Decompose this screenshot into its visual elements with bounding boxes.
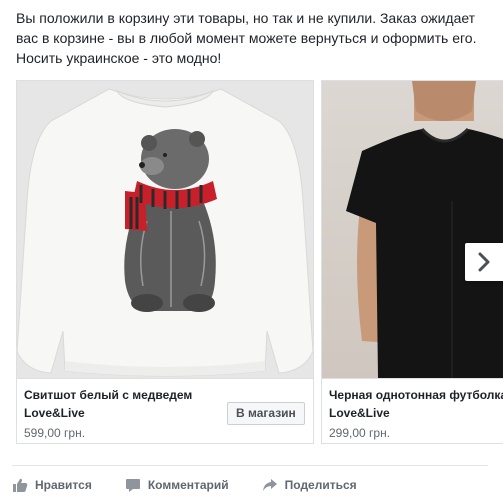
product-card[interactable]: Свитшот белый с медведем Love&Live 599,0… <box>16 80 314 444</box>
like-label: Нравится <box>35 478 92 492</box>
carousel-next-button[interactable] <box>465 243 503 281</box>
share-label: Поделиться <box>284 478 357 492</box>
product-price: 599,00 грн. <box>24 426 86 440</box>
like-button[interactable]: Нравится <box>12 477 92 493</box>
post-actions-bar: Нравится Комментарий Поделиться <box>12 474 492 496</box>
chevron-right-icon <box>478 252 490 272</box>
product-brand: Love&Live <box>24 406 85 420</box>
thumbs-up-icon <box>13 478 28 492</box>
product-title[interactable]: Свитшот белый с медведем <box>24 388 192 402</box>
comment-button[interactable]: Комментарий <box>125 477 229 493</box>
shop-now-button[interactable]: В магазин <box>227 402 305 425</box>
post-message: Вы положили в корзину эти товары, но так… <box>16 8 501 68</box>
comment-icon <box>125 479 140 492</box>
product-info: Черная однотонная футболка Love&Live 299… <box>322 378 503 445</box>
share-button[interactable]: Поделиться <box>262 477 357 493</box>
comment-label: Комментарий <box>147 478 229 492</box>
product-price: 299,00 грн. <box>329 426 391 440</box>
post-message-line: Вы положили в корзину эти товары, но так… <box>16 10 476 26</box>
product-image-sweatshirt[interactable] <box>17 81 313 378</box>
white-sweatshirt-bear-print <box>17 88 313 377</box>
share-icon <box>262 479 277 491</box>
post-message-line: вас в корзине - вы в любой момент можете… <box>16 30 477 46</box>
product-info: Свитшот белый с медведем Love&Live 599,0… <box>17 378 313 445</box>
post-message-line: Носить украинское - это модно! <box>16 50 222 66</box>
black-tshirt-model <box>346 81 503 378</box>
product-image-tshirt[interactable] <box>322 81 503 378</box>
actions-divider <box>12 465 488 466</box>
product-carousel: Свитшот белый с медведем Love&Live 599,0… <box>16 80 503 446</box>
product-title[interactable]: Черная однотонная футболка <box>329 388 503 402</box>
product-brand: Love&Live <box>329 406 390 420</box>
